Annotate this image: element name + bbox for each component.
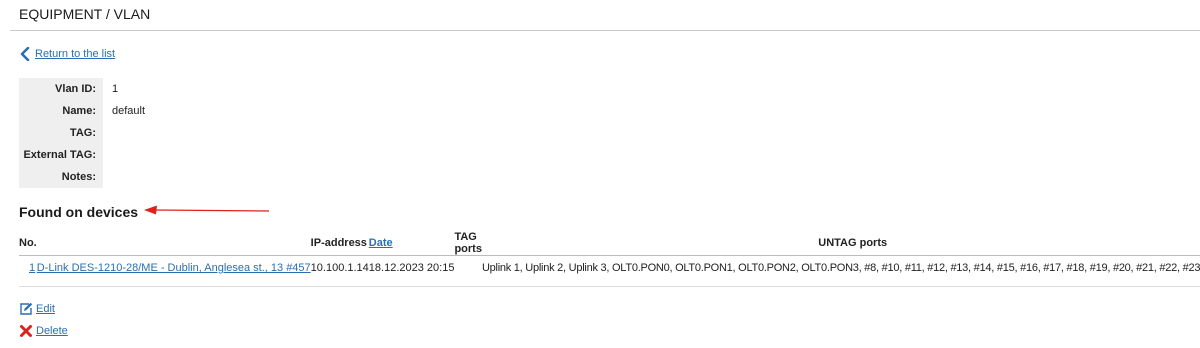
device-link[interactable]: D-Link DES-1210-28/ME - Dublin, Anglesea…: [37, 262, 311, 274]
tag-label: TAG:: [19, 122, 103, 144]
name-row: Name: default: [19, 100, 145, 122]
vlan-details-table: Vlan ID: 1 Name: default TAG: External T…: [19, 78, 145, 188]
delete-button[interactable]: Delete: [19, 324, 68, 338]
chevron-left-icon: [19, 46, 31, 62]
external-tag-row: External TAG:: [19, 144, 145, 166]
tag-value: [103, 122, 145, 144]
col-no-header: No.: [19, 231, 37, 256]
page-title: EQUIPMENT / VLAN: [19, 6, 151, 22]
ip-address-cell: 10.100.1.14: [310, 255, 369, 287]
annotation-arrow-icon: [144, 205, 270, 215]
return-to-list-link[interactable]: Return to the list: [19, 46, 116, 62]
vlan-id-value: 1: [112, 83, 119, 95]
tag-row: TAG:: [19, 122, 145, 144]
delete-label: Delete: [36, 325, 68, 337]
devices-table: No. IP-address Date TAG ports UNTAG port…: [19, 231, 1200, 287]
col-untag-ports-header: UNTAG ports: [481, 231, 1200, 256]
row-number-cell[interactable]: 1: [19, 255, 37, 287]
tag-ports-cell: [454, 255, 482, 287]
notes-value: [103, 166, 145, 188]
return-to-list-label: Return to the list: [35, 48, 116, 60]
untag-ports-cell: Uplink 1, Uplink 2, Uplink 3, OLT0.PON0,…: [481, 255, 1200, 287]
name-value: default: [112, 105, 146, 117]
date-cell: 18.12.2023 20:15: [368, 255, 455, 287]
col-device-header: [36, 231, 311, 256]
sort-by-date-link[interactable]: Date: [369, 237, 393, 249]
notes-row: Notes:: [19, 166, 145, 188]
title-divider: [10, 30, 1200, 31]
row-number-link[interactable]: 1: [29, 262, 35, 274]
found-on-devices-heading: Found on devices: [19, 204, 139, 220]
table-row: 1 D-Link DES-1210-28/ME - Dublin, Angles…: [19, 255, 1200, 287]
device-cell[interactable]: D-Link DES-1210-28/ME - Dublin, Anglesea…: [36, 255, 311, 287]
external-tag-label: External TAG:: [19, 144, 103, 166]
devices-table-header: No. IP-address Date TAG ports UNTAG port…: [19, 231, 1200, 256]
edit-label: Edit: [36, 303, 55, 315]
col-date-header[interactable]: Date: [368, 231, 455, 256]
name-label: Name:: [19, 100, 103, 122]
vlan-id-row: Vlan ID: 1: [19, 78, 145, 100]
notes-label: Notes:: [19, 166, 103, 188]
external-tag-value: [103, 144, 145, 166]
edit-button[interactable]: Edit: [19, 302, 55, 316]
col-ip-header: IP-address: [310, 231, 369, 256]
col-tag-ports-header: TAG ports: [454, 231, 482, 256]
edit-icon: [19, 302, 33, 316]
delete-icon: [19, 324, 33, 338]
vlan-id-label: Vlan ID:: [19, 78, 103, 100]
